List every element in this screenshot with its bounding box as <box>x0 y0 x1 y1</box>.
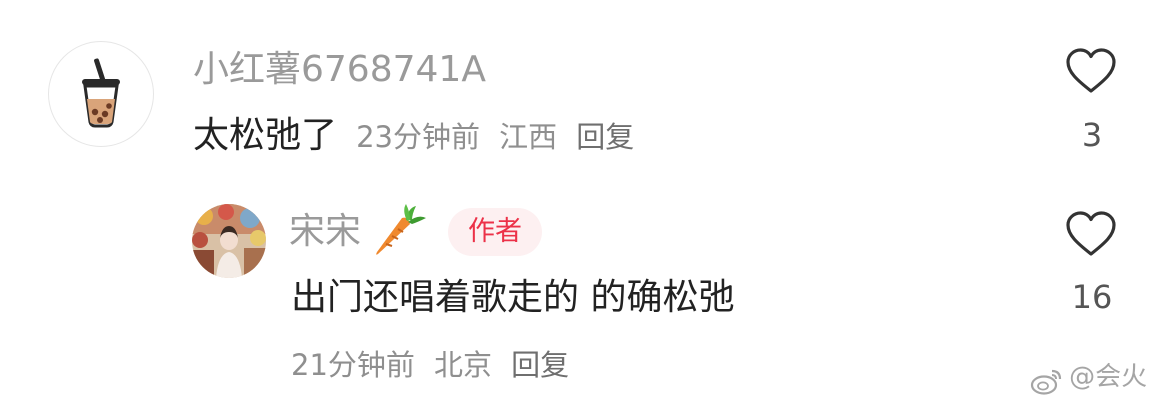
comment-time: 23分钟前 <box>356 120 481 154</box>
like-button[interactable] <box>1065 210 1117 262</box>
reply-username[interactable]: 宋宋 <box>289 214 361 250</box>
avatar[interactable] <box>192 204 266 278</box>
reply-button[interactable]: 回复 <box>576 120 634 154</box>
watermark-text: @会火 <box>1069 362 1148 392</box>
bubble-tea-icon <box>82 58 120 128</box>
weibo-icon <box>1030 369 1062 395</box>
like-count: 3 <box>1081 116 1103 154</box>
heart-icon <box>1066 48 1116 93</box>
author-badge: 作者 <box>448 208 542 256</box>
reply-button[interactable]: 回复 <box>511 348 569 382</box>
reply-time: 21分钟前 <box>291 348 415 382</box>
reply-text: 出门还唱着歌走的 的确松弛 <box>291 277 735 318</box>
heart-icon <box>1066 211 1116 256</box>
avatar[interactable] <box>48 41 154 147</box>
comment-username[interactable]: 小红薯6768741A <box>193 52 486 88</box>
comment-location: 江西 <box>499 120 558 154</box>
photo-avatar <box>192 204 266 278</box>
watermark: @会火 <box>1030 364 1147 395</box>
like-count: 16 <box>1071 278 1113 316</box>
reply-meta-row: 21分钟前 北京 回复 <box>291 351 569 380</box>
like-button[interactable] <box>1065 47 1117 99</box>
carrot-icon <box>372 204 428 262</box>
reply-location: 北京 <box>434 348 493 382</box>
comment-text: 太松弛了 <box>193 115 338 156</box>
comment-row: 太松弛了 23分钟前 江西 回复 <box>193 118 634 154</box>
